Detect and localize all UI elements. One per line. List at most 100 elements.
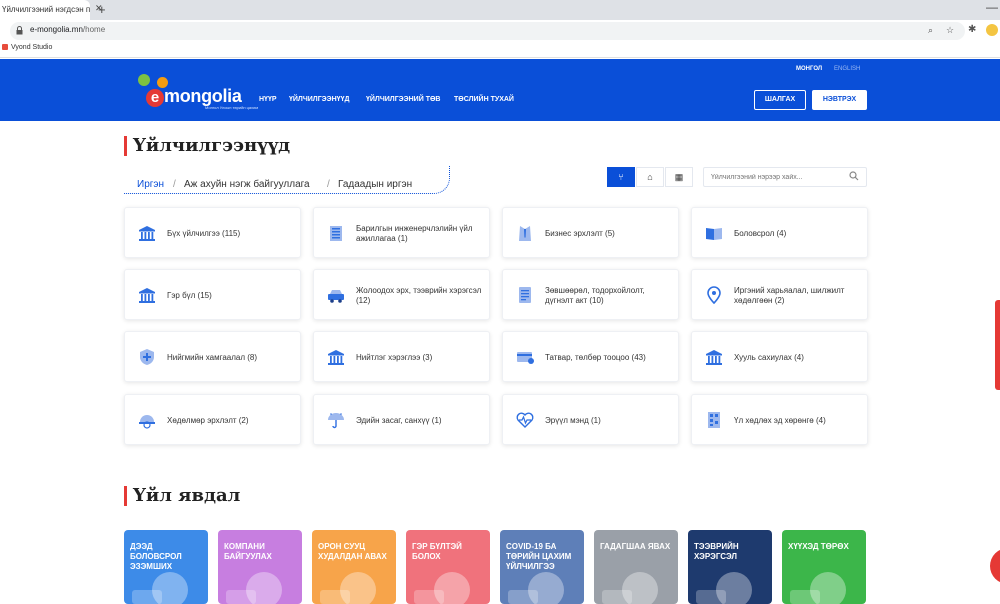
service-card[interactable]: Хөдөлмөр эрхлэлт (2) (124, 394, 301, 445)
zoom-icon[interactable]: ⌕ (928, 25, 933, 36)
view-grid-icon[interactable]: ▦ (665, 167, 693, 187)
service-card-label: Үл хөдлөх эд хөрөнгө (4) (734, 415, 826, 425)
address-bar: e-mongolia.mn/home ⌕ ☆ ✱ (0, 20, 1000, 42)
nav-service-center[interactable]: ҮЙЛЧИЛГЭЭНИЙ ТӨВ (366, 96, 440, 103)
event-illustration-icon (414, 590, 444, 604)
document-icon (515, 285, 535, 305)
check-button[interactable]: ШАЛГАХ (754, 90, 806, 110)
service-card[interactable]: Нийтлэг хэрэглээ (3) (313, 331, 490, 382)
view-agency-icon[interactable]: ⌂ (636, 167, 664, 187)
services-title: Үйлчилгээнүүд (124, 136, 290, 156)
service-card-label: Эдийн засаг, санхүү (1) (356, 415, 442, 425)
side-feedback-tab[interactable] (995, 300, 1000, 390)
service-card[interactable]: Иргэний харьяалал, шилжилт хөдөлгөөн (2) (691, 269, 868, 320)
service-search-input[interactable] (703, 167, 867, 187)
event-tile[interactable]: COVID-19 БА ТӨРИЙН ЦАХИМ ҮЙЛЧИЛГЭЭ (500, 530, 584, 604)
omnibox[interactable]: e-mongolia.mn/home ⌕ ☆ (10, 22, 965, 40)
tab-citizen[interactable]: Иргэн (137, 179, 164, 190)
building-columns-icon (704, 347, 724, 367)
service-card[interactable]: Гэр бүл (15) (124, 269, 301, 320)
logo-text[interactable]: mongolia (164, 86, 242, 107)
lang-mongolian[interactable]: МОНГОЛ (796, 66, 822, 72)
service-card[interactable]: Бүх үйлчилгээ (115) (124, 207, 301, 258)
view-category-icon[interactable]: ⑂ (607, 167, 635, 187)
logo-e-mark[interactable]: e (146, 89, 164, 107)
crumb-separator: / (327, 179, 330, 190)
service-card-label: Гэр бүл (15) (167, 290, 212, 300)
event-tile-label: COVID-19 БА ТӨРИЙН ЦАХИМ ҮЙЛЧИЛГЭЭ (506, 542, 572, 571)
login-button[interactable]: НЭВТРЭХ (812, 90, 867, 110)
event-tile[interactable]: ХҮҮХЭД ТӨРӨХ (782, 530, 866, 604)
tab-organization[interactable]: Аж ахуйн нэгж байгууллага (184, 179, 310, 190)
tab-foreigner[interactable]: Гадаадын иргэн (338, 179, 412, 190)
nav-about[interactable]: ТӨСЛИЙН ТУХАЙ (454, 96, 514, 103)
search-icon[interactable] (849, 171, 859, 181)
service-card-label: Жолоодох эрх, тээврийн хэрэгсэл (12) (356, 285, 482, 305)
new-tab-icon[interactable]: + (98, 2, 106, 17)
bookmark-label: Vyond Studio (11, 44, 53, 51)
event-tile[interactable]: ДЭЭД БОЛОВСРОЛ ЭЗЭМШИХ (124, 530, 208, 604)
service-card-label: Барилгын инженерчлэлийн үйл ажиллагаа (1… (356, 223, 473, 243)
event-tile-label: ХҮҮХЭД ТӨРӨХ (788, 542, 849, 551)
service-card[interactable]: Эрүүл мэнд (1) (502, 394, 679, 445)
event-illustration-icon (132, 590, 162, 604)
service-card-label: Иргэний харьяалал, шилжилт хөдөлгөөн (2) (734, 285, 845, 305)
hard-hat-icon (137, 410, 157, 430)
service-card[interactable]: Нийгмийн хамгаалал (8) (124, 331, 301, 382)
event-tile[interactable]: ОРОН СУУЦ ХУДАЛДАН АВАХ (312, 530, 396, 604)
browser-tab[interactable]: Үйлчилгээний нэгдсэн п... (0, 0, 90, 20)
vyond-favicon-icon (2, 44, 8, 50)
minimize-window-icon[interactable]: — (986, 0, 998, 14)
nav-home[interactable]: НҮҮР (259, 96, 277, 103)
nav-services[interactable]: ҮЙЛЧИЛГЭЭНҮҮД (289, 96, 349, 103)
url-text: e-mongolia.mn/home (30, 25, 106, 34)
building-columns-icon (137, 285, 157, 305)
bookmark-vyond[interactable]: Vyond Studio (2, 44, 52, 51)
lang-english[interactable]: ENGLISH (834, 66, 860, 72)
office-building-icon (326, 223, 346, 243)
service-card-label: Хууль сахиулах (4) (734, 352, 804, 362)
car-icon (326, 285, 346, 305)
service-card-label: Хөдөлмөр эрхлэлт (2) (167, 415, 249, 425)
logo-tagline: Монгол Улсын төрийн цахим (205, 105, 259, 110)
event-tile[interactable]: ГЭР БҮЛТЭЙ БОЛОХ (406, 530, 490, 604)
lock-icon (16, 26, 23, 35)
qr-building-icon (704, 410, 724, 430)
event-tile[interactable]: ГАДАГШАА ЯВАХ (594, 530, 678, 604)
service-card-label: Бүх үйлчилгээ (115) (167, 228, 241, 238)
event-tile-label: ГЭР БҮЛТЭЙ БОЛОХ (412, 542, 462, 561)
open-book-icon (704, 223, 724, 243)
event-illustration-icon (790, 590, 820, 604)
bookmarks-bar: Vyond Studio (0, 42, 1000, 58)
service-card[interactable]: Барилгын инженерчлэлийн үйл ажиллагаа (1… (313, 207, 490, 258)
event-tile[interactable]: КОМПАНИ БАЙГУУЛАХ (218, 530, 302, 604)
event-illustration-icon (320, 590, 350, 604)
event-tile-label: ОРОН СУУЦ ХУДАЛДАН АВАХ (318, 542, 387, 561)
event-tile-label: ДЭЭД БОЛОВСРОЛ ЭЗЭМШИХ (130, 542, 182, 571)
star-bookmark-icon[interactable]: ☆ (946, 25, 954, 36)
service-card[interactable]: Боловсрол (4) (691, 207, 868, 258)
service-card-label: Бизнес эрхлэлт (5) (545, 228, 615, 238)
service-card[interactable]: Үл хөдлөх эд хөрөнгө (4) (691, 394, 868, 445)
service-card[interactable]: Эдийн засаг, санхүү (1) (313, 394, 490, 445)
service-card[interactable]: Бизнес эрхлэлт (5) (502, 207, 679, 258)
profile-avatar[interactable] (986, 24, 998, 36)
event-illustration-icon (508, 590, 538, 604)
browser-tab-bar: Үйлчилгээний нэгдсэн п... ✕ + — (0, 0, 1000, 20)
service-card[interactable]: Зөвшөөрөл, тодорхойлолт, дүгнэлт акт (10… (502, 269, 679, 320)
event-tile-label: ГАДАГШАА ЯВАХ (600, 542, 671, 551)
chat-icon[interactable] (990, 548, 1000, 584)
event-tile[interactable]: ТЭЭВРИЙН ХЭРЭГСЭЛ (688, 530, 772, 604)
service-card[interactable]: Татвар, төлбөр тооцоо (43) (502, 331, 679, 382)
extensions-icon[interactable]: ✱ (968, 24, 976, 35)
event-tile-label: КОМПАНИ БАЙГУУЛАХ (224, 542, 272, 561)
service-card-label: Боловсрол (4) (734, 228, 787, 238)
service-card[interactable]: Хууль сахиулах (4) (691, 331, 868, 382)
location-pin-icon (704, 285, 724, 305)
service-card-label: Татвар, төлбөр тооцоо (43) (545, 352, 646, 362)
service-card[interactable]: Жолоодох эрх, тээврийн хэрэгсэл (12) (313, 269, 490, 320)
service-card-label: Зөвшөөрөл, тодорхойлолт, дүгнэлт акт (10… (545, 285, 645, 305)
event-illustration-icon (602, 590, 632, 604)
suit-icon (515, 223, 535, 243)
building-columns-icon (326, 347, 346, 367)
